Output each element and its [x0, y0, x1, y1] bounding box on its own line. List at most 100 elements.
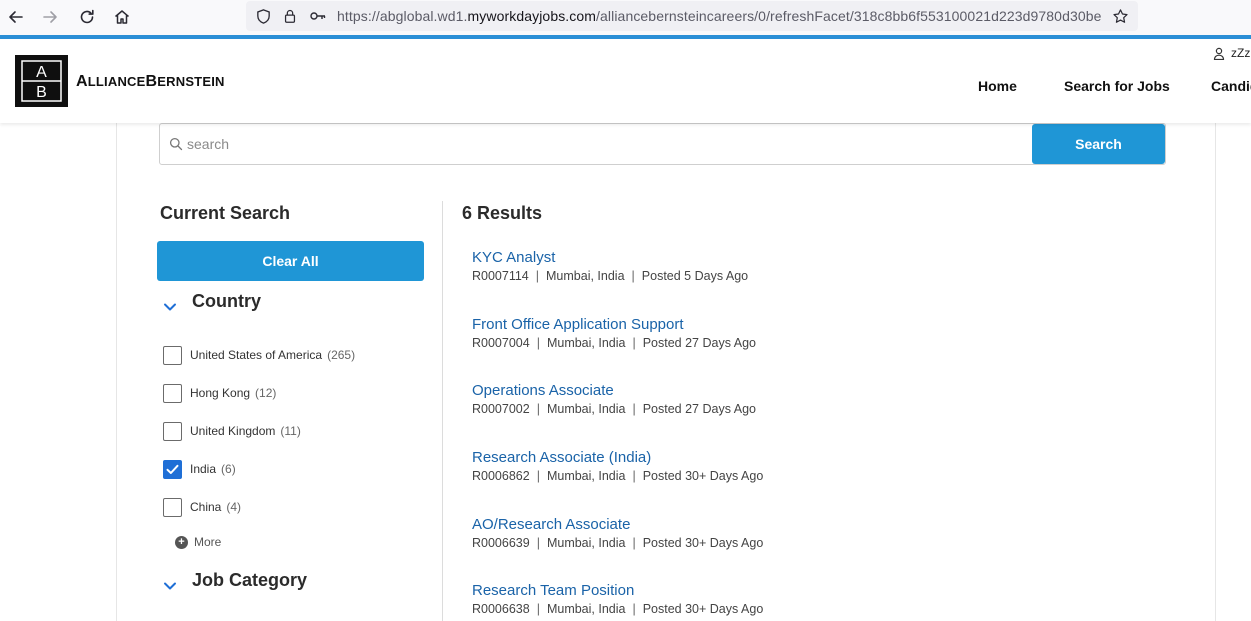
- meta-separator: |: [535, 269, 540, 283]
- star-icon[interactable]: [1111, 7, 1129, 25]
- country-option[interactable]: United States of America (265): [163, 345, 355, 365]
- country-facet-toggle[interactable]: Country: [163, 291, 261, 312]
- job-meta: R0006638 | Mumbai, India | Posted 30+ Days A…: [472, 602, 763, 616]
- job-posted: Posted 30+ Days Ago: [642, 536, 764, 550]
- wordmark-a: A: [76, 73, 88, 90]
- country-option[interactable]: India (6): [163, 459, 236, 479]
- country-option-count: (265): [327, 348, 356, 362]
- country-option[interactable]: China (4): [163, 497, 241, 517]
- job-category-facet-toggle[interactable]: Job Category: [163, 570, 307, 591]
- country-heading: Country: [192, 291, 261, 311]
- back-button[interactable]: [2, 3, 30, 31]
- job-category-heading: Job Category: [192, 570, 308, 590]
- country-checkbox[interactable]: [163, 421, 182, 441]
- job-posted: Posted 5 Days Ago: [641, 269, 749, 283]
- job-id: R0007114: [472, 269, 529, 283]
- reload-button[interactable]: [73, 3, 101, 31]
- lock-icon[interactable]: [281, 7, 299, 25]
- key-icon[interactable]: [309, 7, 327, 25]
- search-button[interactable]: Search: [1032, 124, 1165, 164]
- job-title-link[interactable]: Operations Associate: [472, 382, 756, 399]
- country-checkbox-checked[interactable]: [163, 459, 182, 479]
- meta-separator: |: [536, 602, 540, 616]
- chevron-down-icon: [164, 303, 176, 311]
- home-button[interactable]: [108, 3, 136, 31]
- job-meta: R0007004 | Mumbai, India | Posted 27 Days Ag…: [472, 336, 756, 350]
- nav-home[interactable]: Home: [978, 78, 1017, 94]
- job-posted: Posted 30+ Days Ago: [642, 602, 764, 616]
- country-option-count: (6): [221, 462, 236, 476]
- search-icon: [169, 137, 183, 151]
- clear-all-button[interactable]: Clear All: [157, 241, 424, 281]
- alliancebernstein-wordmark[interactable]: ALLIANCEBERNSTEIN: [76, 73, 225, 91]
- url-prefix: https://abglobal.wd1.: [337, 8, 468, 24]
- user-menu[interactable]: zZz: [1213, 46, 1250, 60]
- country-option-label: India: [190, 462, 217, 476]
- job-title-link[interactable]: KYC Analyst: [472, 249, 748, 266]
- svg-text:A: A: [36, 64, 47, 81]
- job-title-link[interactable]: Research Associate (India): [472, 449, 763, 466]
- job-id: R0007002: [472, 402, 530, 416]
- job-title-link[interactable]: AO/Research Associate: [472, 516, 763, 533]
- address-bar[interactable]: https://abglobal.wd1.myworkdayjobs.com/a…: [246, 1, 1138, 31]
- country-option-count: (4): [226, 500, 242, 514]
- job-id: R0006639: [472, 536, 530, 550]
- meta-separator: |: [632, 469, 636, 483]
- ab-logo-mark[interactable]: A B: [15, 55, 68, 107]
- job-meta: R0006862 | Mumbai, India | Posted 30+ Days A…: [472, 469, 763, 483]
- meta-separator: |: [536, 536, 540, 550]
- job-title-link[interactable]: Front Office Application Support: [472, 316, 756, 333]
- country-option-label: United Kingdom: [190, 424, 276, 438]
- user-name: zZz: [1231, 46, 1251, 60]
- search-input[interactable]: [187, 132, 1027, 156]
- country-checkbox[interactable]: [163, 497, 182, 517]
- url-text[interactable]: https://abglobal.wd1.myworkdayjobs.com/a…: [337, 8, 1102, 24]
- forward-button[interactable]: [36, 3, 64, 31]
- reload-icon: [80, 9, 94, 24]
- meta-separator: |: [536, 336, 540, 350]
- site-header: A B ALLIANCEBERNSTEIN zZz Home Search fo…: [0, 39, 1251, 123]
- nav-search-for-jobs[interactable]: Search for Jobs: [1064, 78, 1170, 94]
- meta-separator: |: [536, 469, 540, 483]
- checkmark-icon: [166, 464, 179, 474]
- more-countries-link[interactable]: + More: [175, 535, 221, 549]
- country-checkbox[interactable]: [163, 345, 182, 365]
- country-option-label: United States of America: [190, 348, 323, 362]
- home-icon: [115, 10, 129, 24]
- meta-separator: |: [632, 602, 636, 616]
- arrow-right-icon: [43, 11, 57, 23]
- job-location: Mumbai, India: [546, 269, 625, 283]
- more-label: More: [194, 535, 222, 549]
- job-posted: Posted 27 Days Ago: [642, 402, 756, 416]
- job-posted: Posted 27 Days Ago: [642, 336, 756, 350]
- job-location: Mumbai, India: [546, 402, 626, 416]
- browser-toolbar: https://abglobal.wd1.myworkdayjobs.com/a…: [0, 0, 1251, 35]
- meta-separator: |: [632, 536, 636, 550]
- job-location: Mumbai, India: [546, 336, 626, 350]
- url-domain: myworkdayjobs.com: [467, 8, 597, 24]
- job-result: AO/Research Associate R0006639 | Mumbai, I…: [472, 516, 763, 550]
- user-icon: [1213, 47, 1225, 60]
- job-location: Mumbai, India: [546, 469, 626, 483]
- country-option[interactable]: Hong Kong (12): [163, 383, 276, 403]
- shield-icon[interactable]: [254, 7, 272, 25]
- country-checkbox[interactable]: [163, 383, 182, 403]
- job-title-link[interactable]: Research Team Position: [472, 582, 763, 599]
- nav-candidate-home[interactable]: Candid: [1211, 78, 1251, 94]
- results-count: 6 Results: [462, 203, 543, 223]
- column-divider: [442, 201, 443, 621]
- job-id: R0007004: [472, 336, 530, 350]
- country-option[interactable]: United Kingdom (11): [163, 421, 301, 441]
- search-bar[interactable]: [159, 123, 1166, 165]
- wordmark-lliance: LLIANCE: [87, 74, 146, 89]
- job-meta: R0007002 | Mumbai, India | Posted 27 Days Ag…: [472, 402, 756, 416]
- meta-separator: |: [631, 269, 635, 283]
- meta-separator: |: [536, 402, 540, 416]
- current-search-heading: Current Search: [160, 203, 291, 223]
- job-result: Research Associate (India) R0006862 | Mumb…: [472, 449, 763, 483]
- svg-text:B: B: [36, 84, 47, 101]
- job-result: KYC Analyst R0007114 | Mumbai, India | Poste…: [472, 249, 748, 283]
- job-location: Mumbai, India: [546, 536, 626, 550]
- chevron-down-icon: [164, 582, 176, 590]
- meta-separator: |: [632, 336, 636, 350]
